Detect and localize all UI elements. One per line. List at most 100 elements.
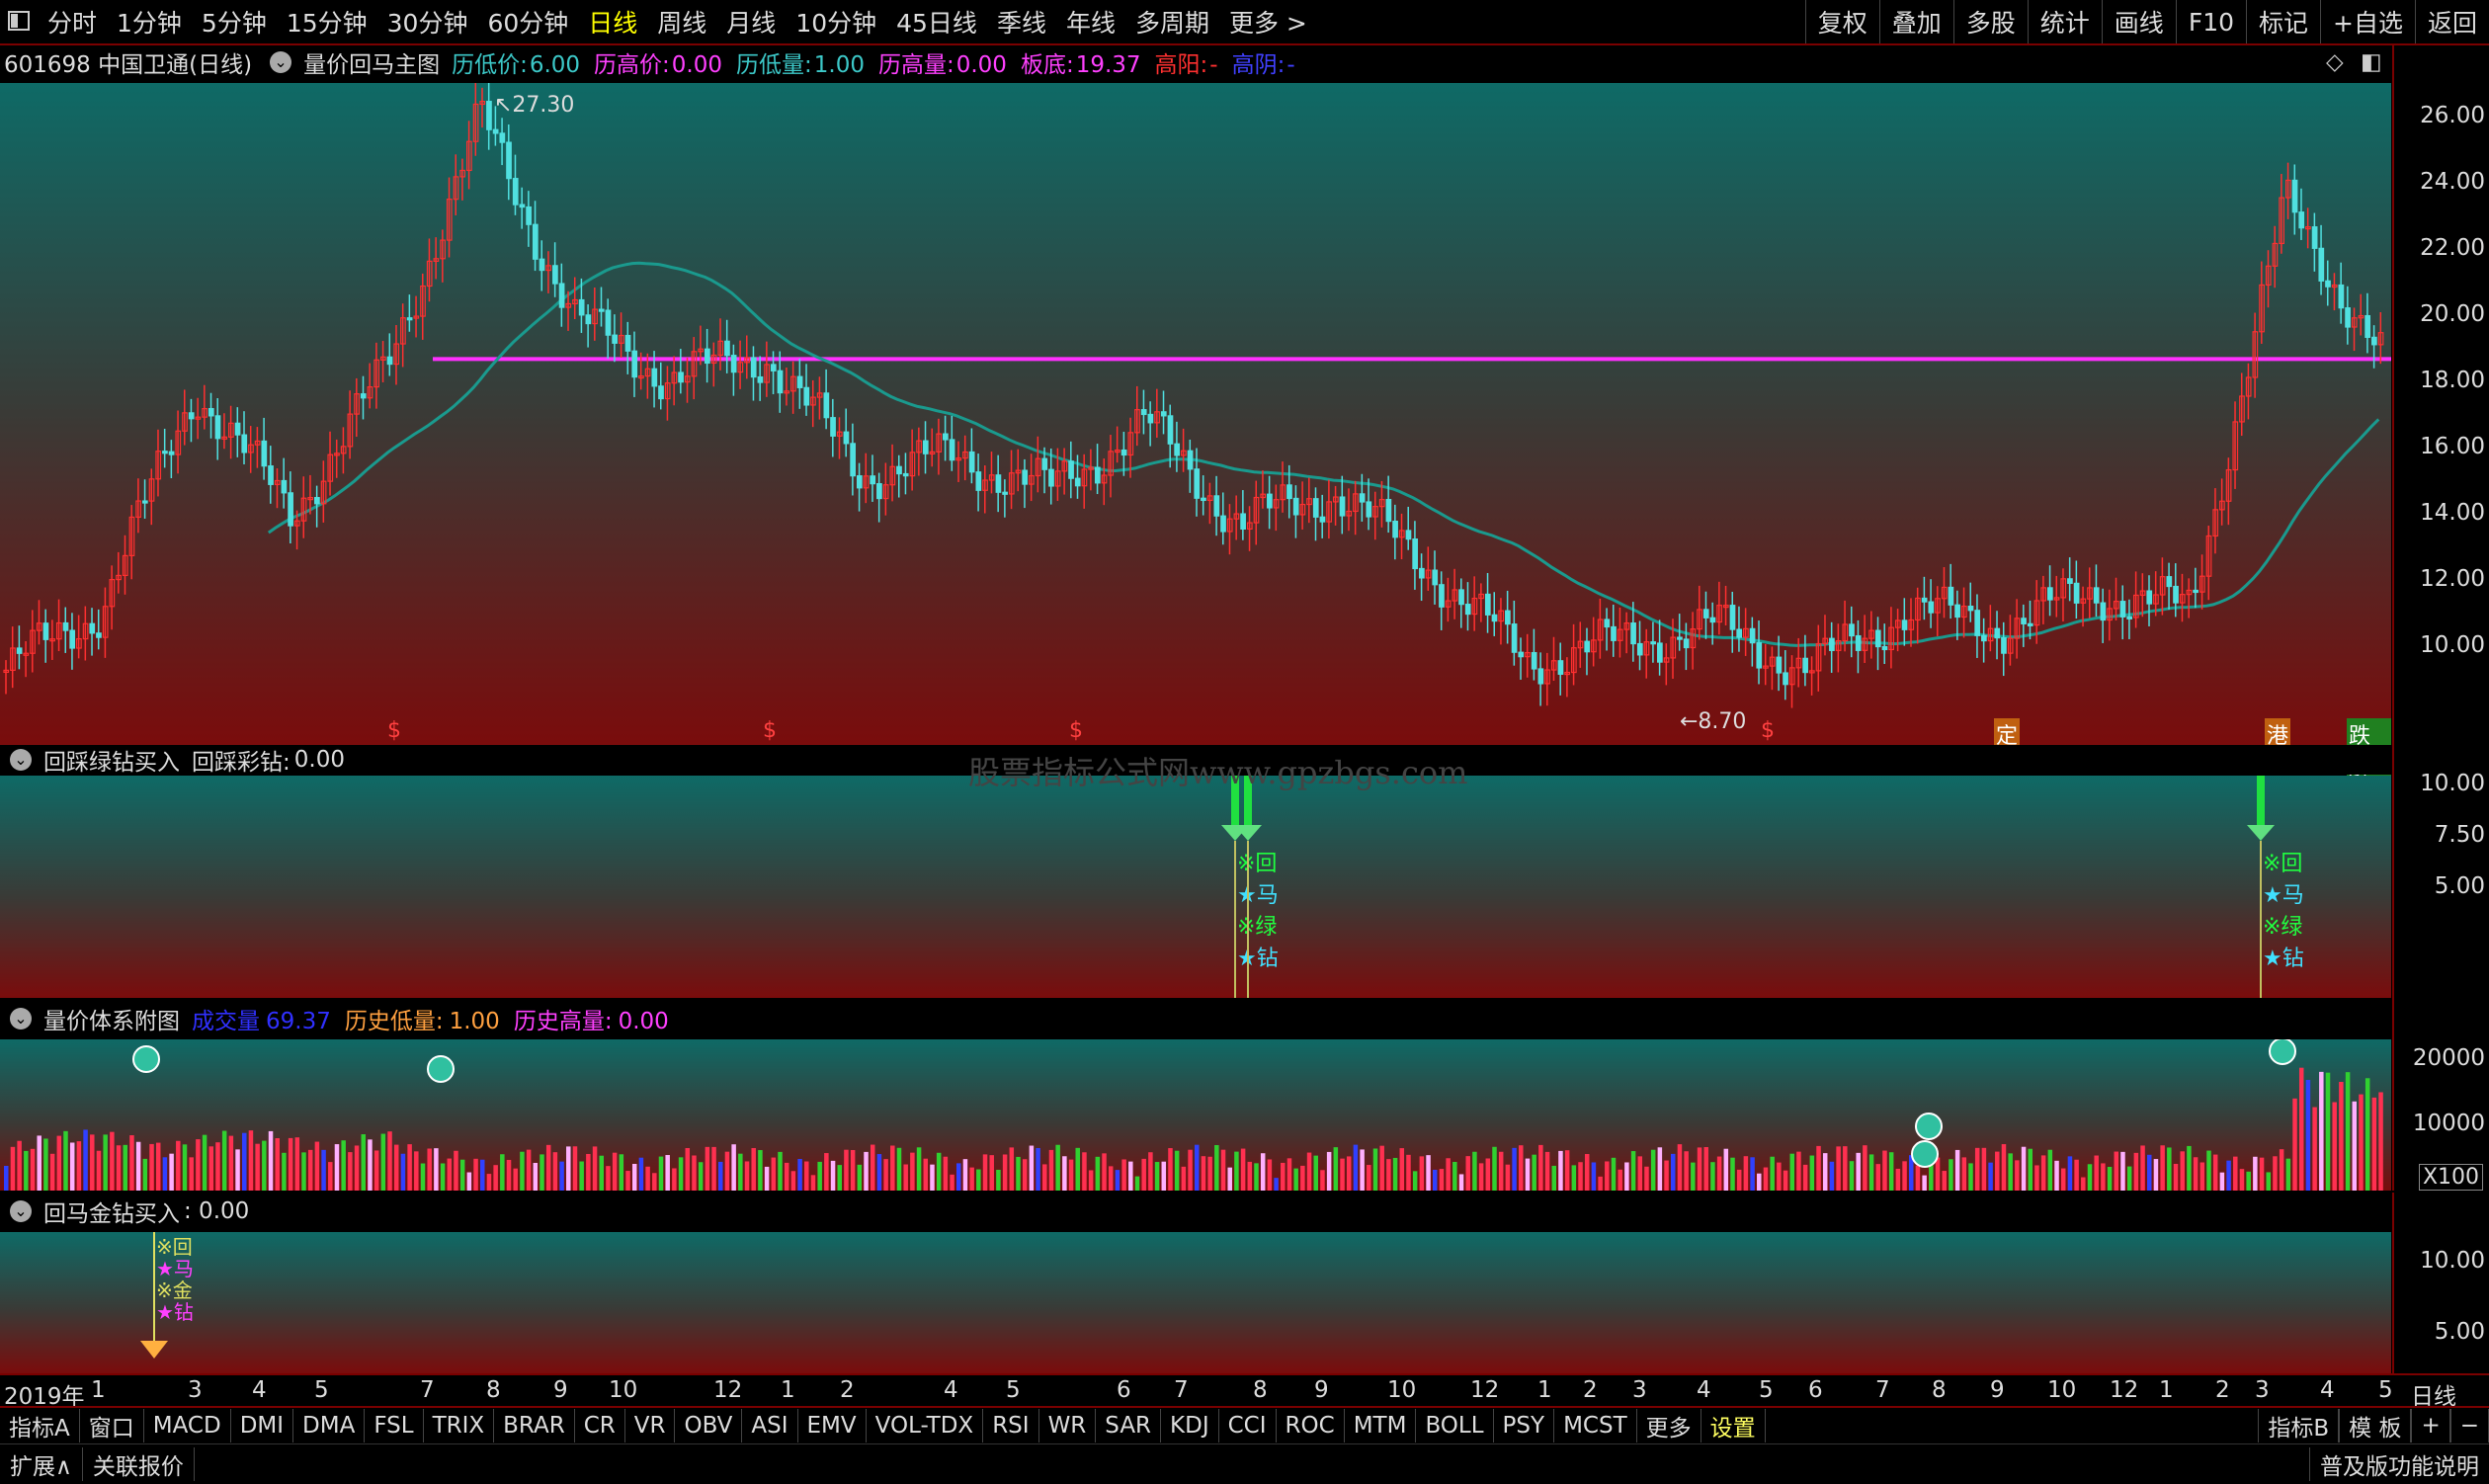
indicator-dropdown-icon[interactable]: ⌄ [270, 51, 292, 73]
period-tab-6[interactable]: 日线 [578, 4, 647, 40]
indicator-tab-12[interactable]: EMV [798, 1409, 867, 1443]
period-tab-7[interactable]: 周线 [647, 4, 716, 40]
toolbar-button-3[interactable]: 统计 [2027, 0, 2102, 43]
event-marker-3[interactable]: $ [1759, 718, 1777, 743]
indicator-tab-7[interactable]: BRAR [494, 1409, 575, 1443]
indicator-tab-23[interactable]: MCST [1554, 1409, 1637, 1443]
toolbar-button-5[interactable]: F10 [2175, 0, 2246, 43]
period-tab-14[interactable]: 更多 > [1219, 4, 1317, 40]
indicator-tab-14[interactable]: RSI [983, 1409, 1039, 1443]
panel4-chart[interactable]: ※回 ★马 ※金 ★钻 [0, 1232, 2391, 1373]
indicator-tab-25[interactable]: 设置 [1701, 1409, 1766, 1443]
indicator-tab-11[interactable]: ASI [742, 1409, 798, 1443]
period-tab-9[interactable]: 10分钟 [786, 4, 886, 40]
indicator-tab-0[interactable]: 指标A [0, 1409, 80, 1443]
panel4-title[interactable]: 回马金钻买入 [43, 1195, 180, 1228]
indicator-tab-4[interactable]: DMA [293, 1409, 366, 1443]
period-tab-13[interactable]: 多周期 [1125, 4, 1219, 40]
period-tab-0[interactable]: 分时 [38, 4, 107, 40]
volume-bar [539, 1154, 544, 1191]
toolbar-button-6[interactable]: 标记 [2246, 0, 2320, 43]
panel2-dropdown-icon[interactable]: ⌄ [10, 749, 32, 771]
indicator-tab-24[interactable]: 更多 [1637, 1409, 1701, 1443]
time-label-16: 8 [1253, 1377, 1268, 1403]
panel4-dropdown-icon[interactable]: ⌄ [10, 1200, 32, 1222]
volume-bar [1433, 1169, 1438, 1191]
volume-bar [4, 1166, 9, 1191]
indicator-tab-18[interactable]: CCI [1219, 1409, 1277, 1443]
volume-bar [2081, 1177, 2086, 1191]
candle-body [1749, 627, 1756, 644]
diamond-icon[interactable]: ◇ [2326, 49, 2344, 75]
indicator-tab-1[interactable]: 窗口 [80, 1409, 144, 1443]
candle-body [1921, 597, 1928, 603]
period-tab-1[interactable]: 1分钟 [107, 4, 192, 40]
indicator-tab-right-0[interactable]: 指标B [2258, 1409, 2340, 1443]
period-tab-11[interactable]: 季线 [987, 4, 1056, 40]
main-indicator-name[interactable]: 量价回马主图 [303, 45, 440, 79]
candle-body [1531, 651, 1537, 670]
time-label-18: 10 [1387, 1377, 1417, 1403]
main-chart[interactable]: ↖27.30 ←8.70 [0, 83, 2391, 745]
indicator-tab-16[interactable]: SAR [1096, 1409, 1162, 1443]
indicator-tab-2[interactable]: MACD [144, 1409, 231, 1443]
volume-bar [1168, 1148, 1173, 1191]
panel3-title[interactable]: 量价体系附图 [43, 1002, 180, 1035]
volume-bar [1770, 1156, 1775, 1191]
period-tab-3[interactable]: 15分钟 [277, 4, 377, 40]
period-tab-4[interactable]: 30分钟 [377, 4, 478, 40]
period-tab-10[interactable]: 45日线 [886, 4, 987, 40]
volume-bar [2312, 1107, 2317, 1191]
indicator-tab-9[interactable]: VR [625, 1409, 676, 1443]
volume-bar [950, 1174, 954, 1191]
edition-info-button[interactable]: 普及版功能说明 [2309, 1447, 2489, 1481]
related-quote-button[interactable]: 关联报价 [83, 1447, 195, 1481]
period-tab-5[interactable]: 60分钟 [477, 4, 578, 40]
indicator-tab-right-1[interactable]: 模 板 [2339, 1409, 2412, 1443]
indicator-tab-right-3[interactable]: − [2449, 1409, 2489, 1443]
panel3-dropdown-icon[interactable]: ⌄ [10, 1008, 32, 1030]
indicator-tab-5[interactable]: FSL [365, 1409, 424, 1443]
volume-bar [459, 1159, 465, 1191]
panel4-signal-text: ※金 [156, 1278, 193, 1302]
panel3-volume-chart[interactable] [0, 1039, 2391, 1191]
period-tab-12[interactable]: 年线 [1056, 4, 1125, 40]
indicator-tab-15[interactable]: WR [1039, 1409, 1097, 1443]
toolbar-button-4[interactable]: 画线 [2101, 0, 2176, 43]
toolbar-button-2[interactable]: 多股 [1952, 0, 2028, 43]
panel-toggle-icon[interactable]: ◧ [2361, 49, 2382, 75]
volume-bar [2332, 1102, 2337, 1191]
candle-body [1611, 625, 1617, 641]
period-tab-8[interactable]: 月线 [716, 4, 786, 40]
indicator-tab-10[interactable]: OBV [675, 1409, 743, 1443]
toolbar-button-1[interactable]: 叠加 [1878, 0, 1953, 43]
candle-body [678, 371, 684, 383]
volume-bar [307, 1149, 313, 1191]
indicator-tab-21[interactable]: BOLL [1416, 1409, 1494, 1443]
indicator-tab-20[interactable]: MTM [1345, 1409, 1417, 1443]
period-tab-2[interactable]: 5分钟 [192, 4, 277, 40]
indicator-tab-19[interactable]: ROC [1277, 1409, 1345, 1443]
event-marker-2[interactable]: $ [1067, 718, 1085, 743]
indicator-tab-6[interactable]: TRIX [424, 1409, 495, 1443]
event-marker-0[interactable]: $ [385, 718, 403, 743]
toolbar-button-0[interactable]: 复权 [1804, 0, 1879, 43]
volume-bar [1882, 1150, 1887, 1191]
indicator-tab-8[interactable]: CR [575, 1409, 625, 1443]
window-menu-icon[interactable] [0, 8, 38, 37]
candle-body [1584, 640, 1591, 653]
volume-bar [1195, 1144, 1200, 1191]
indicator-tab-17[interactable]: KDJ [1161, 1409, 1219, 1443]
toolbar-button-7[interactable]: +自选 [2320, 0, 2415, 43]
volume-bar [1386, 1159, 1391, 1191]
indicator-tab-3[interactable]: DMI [231, 1409, 294, 1443]
expand-button[interactable]: 扩展∧ [0, 1447, 83, 1481]
volume-bar [2160, 1145, 2165, 1191]
panel2-title[interactable]: 回踩绿钻买入 [43, 743, 180, 777]
event-marker-1[interactable]: $ [761, 718, 779, 743]
panel2-chart[interactable]: ※回 ★马 ※绿 ★钻 ※回 ★马 ※绿 ★钻 股票指标公式网www.gpzbgs.com [0, 754, 2391, 998]
indicator-tab-22[interactable]: PSY [1494, 1409, 1555, 1443]
toolbar-button-8[interactable]: 返回 [2414, 0, 2489, 43]
indicator-tab-right-2[interactable]: + [2411, 1409, 2450, 1443]
indicator-tab-13[interactable]: VOL-TDX [867, 1409, 984, 1443]
